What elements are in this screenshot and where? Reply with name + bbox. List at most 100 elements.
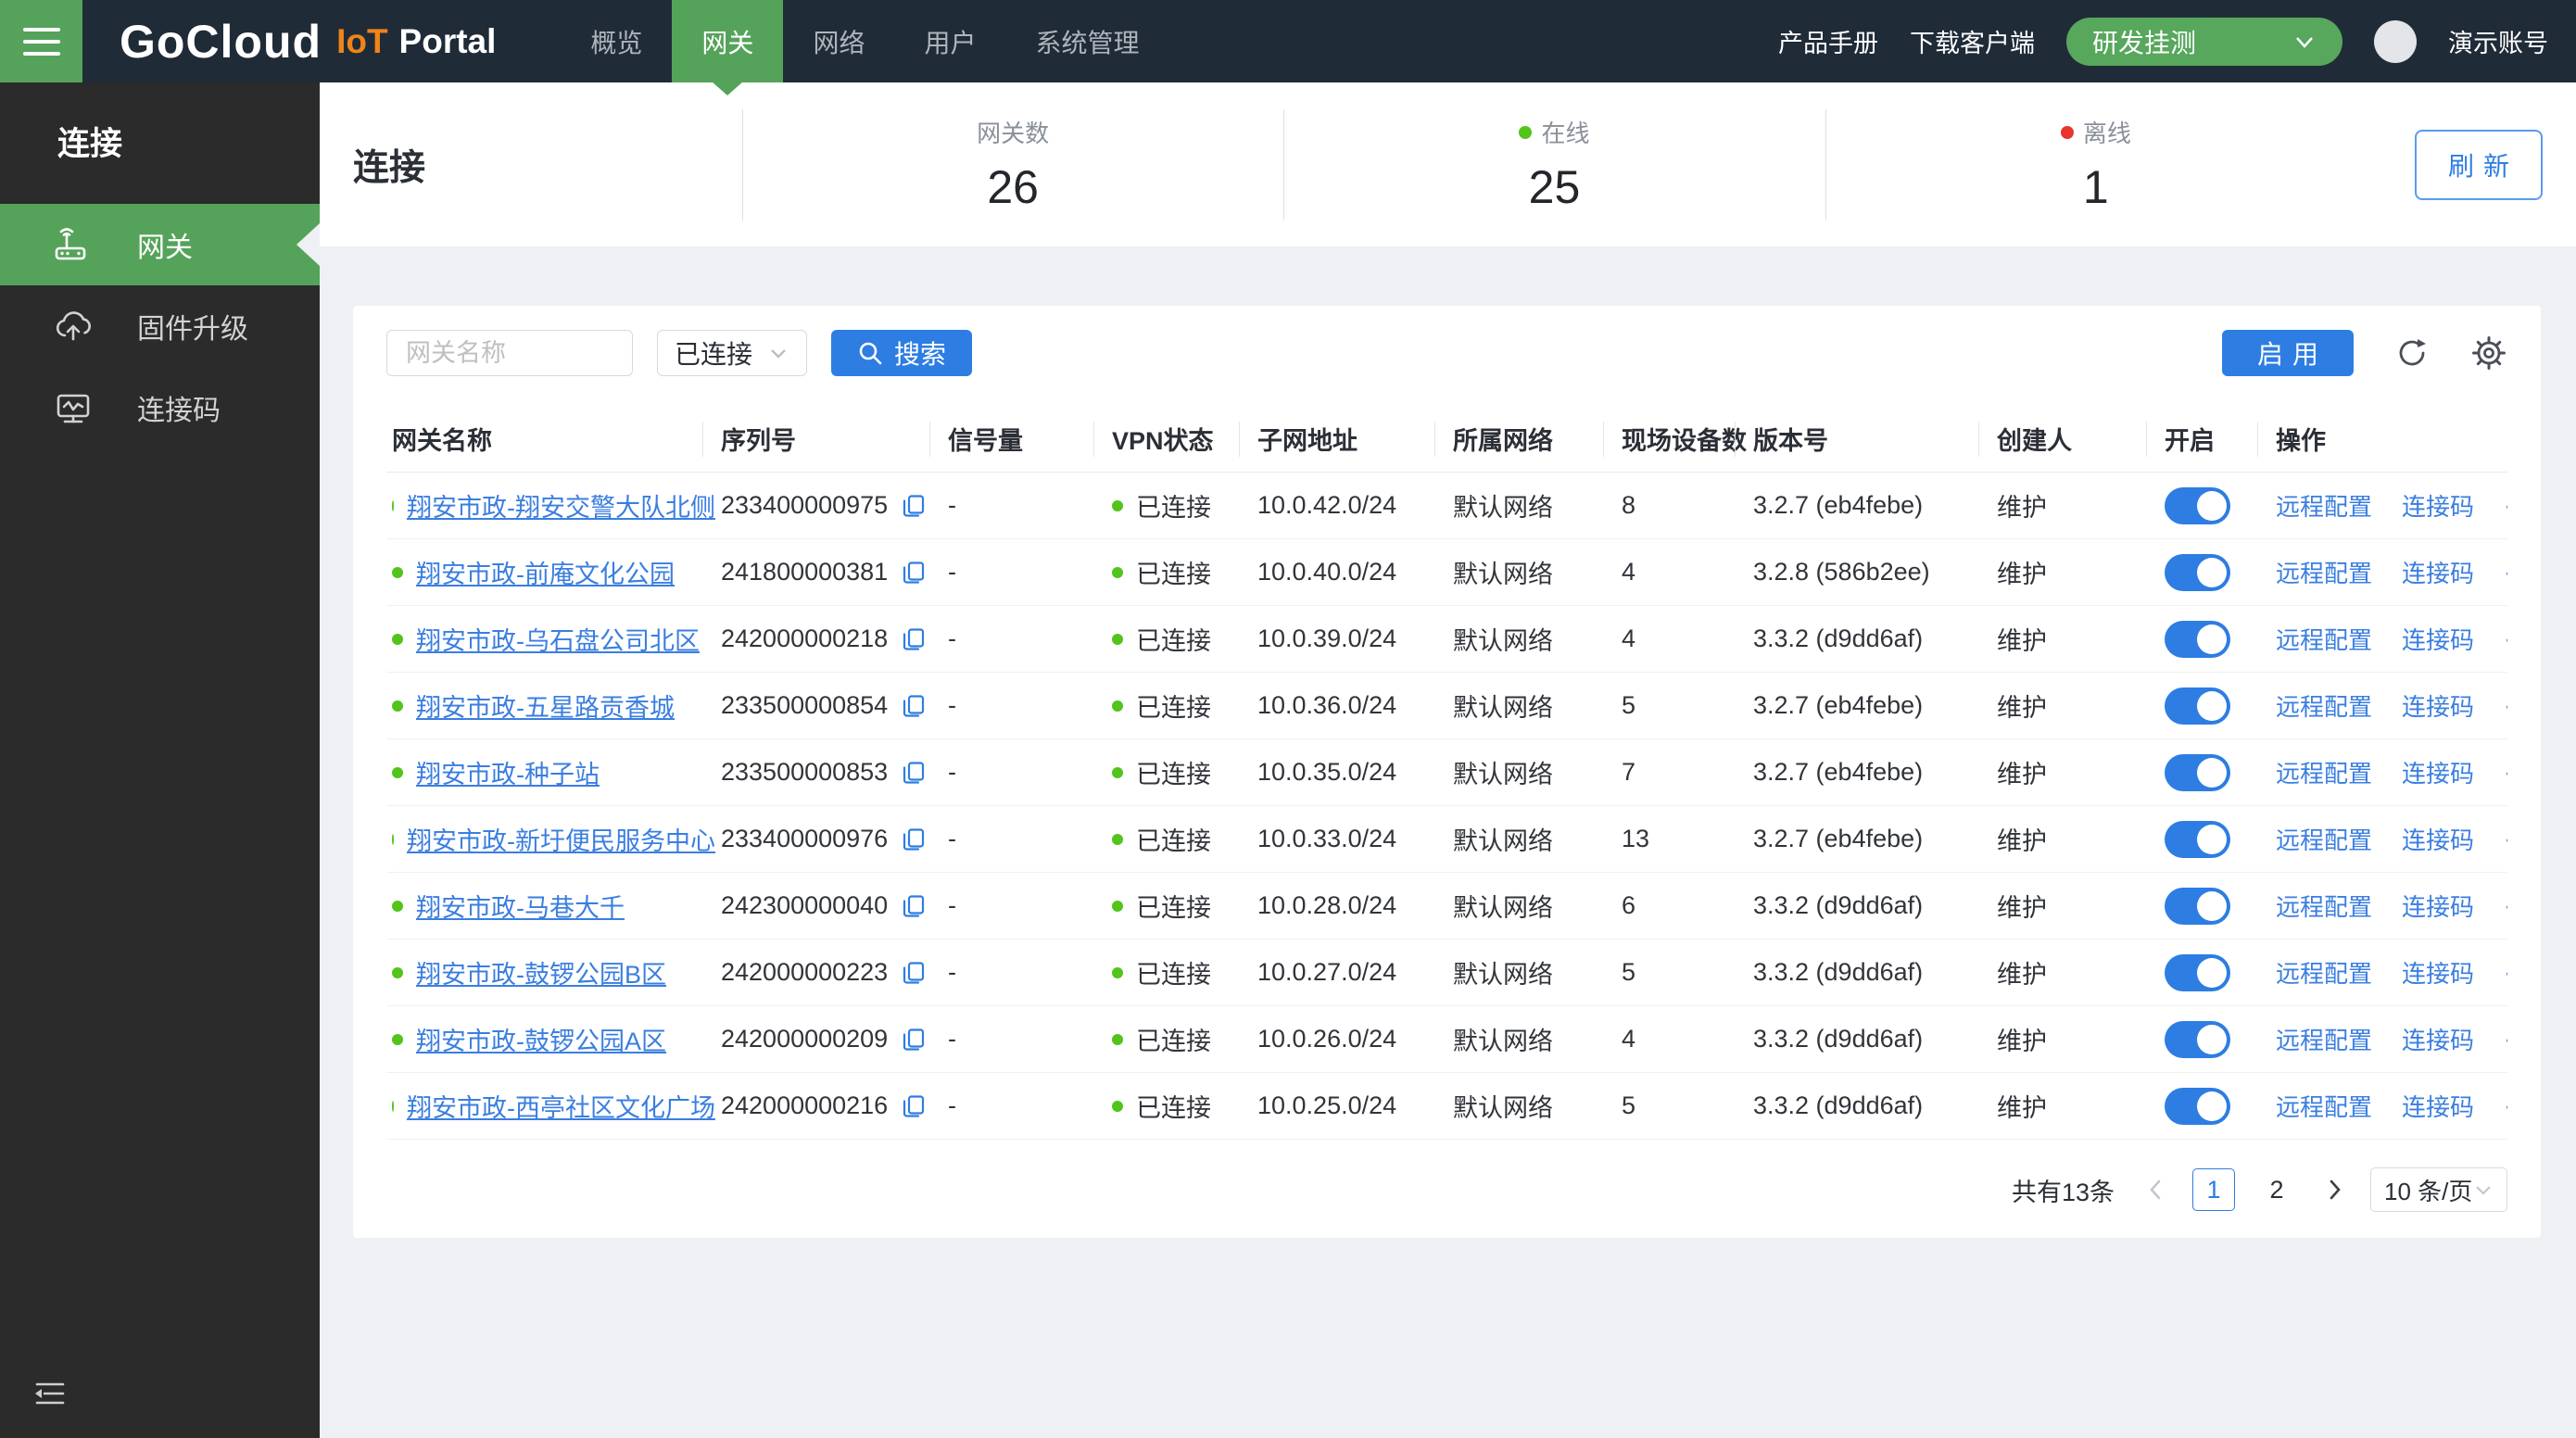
- copy-icon[interactable]: [901, 960, 927, 986]
- connection-code-link[interactable]: 连接码: [2402, 1022, 2474, 1056]
- page-title: 连接: [353, 139, 742, 191]
- collapse-sidebar-button[interactable]: [32, 1378, 69, 1414]
- prev-page-button[interactable]: [2140, 1178, 2172, 1202]
- more-actions-link[interactable]: ···: [2504, 491, 2507, 520]
- gateway-online-dot: [392, 834, 394, 845]
- remote-config-link[interactable]: 远程配置: [2276, 488, 2372, 523]
- more-actions-link[interactable]: ···: [2504, 758, 2507, 787]
- column-settings-button[interactable]: [2470, 334, 2507, 372]
- copy-icon[interactable]: [901, 1027, 927, 1053]
- nav-item-system-admin[interactable]: 系统管理: [1005, 0, 1168, 82]
- remote-config-link[interactable]: 远程配置: [2276, 1089, 2372, 1123]
- page-size-select[interactable]: 10 条/页: [2370, 1167, 2507, 1212]
- copy-icon[interactable]: [901, 1093, 927, 1119]
- more-actions-link[interactable]: ···: [2504, 958, 2507, 987]
- more-actions-link[interactable]: ···: [2504, 825, 2507, 853]
- gateway-name-link[interactable]: 翔安市政-五星路贡香城: [416, 687, 675, 724]
- connection-code-link[interactable]: 连接码: [2402, 1089, 2474, 1123]
- enable-button[interactable]: 启用: [2222, 330, 2354, 376]
- copy-icon[interactable]: [901, 826, 927, 852]
- more-actions-link[interactable]: ···: [2504, 691, 2507, 720]
- enable-toggle[interactable]: [2165, 487, 2230, 524]
- network-name: 默认网络: [1447, 754, 1616, 790]
- nav-item-users[interactable]: 用户: [894, 0, 1005, 82]
- enable-toggle[interactable]: [2165, 1088, 2230, 1125]
- more-actions-link[interactable]: ···: [2504, 624, 2507, 653]
- copy-icon[interactable]: [901, 560, 927, 586]
- environment-select[interactable]: 研发挂测: [2066, 18, 2342, 66]
- enable-toggle[interactable]: [2165, 954, 2230, 991]
- copy-icon[interactable]: [901, 626, 927, 652]
- copy-icon[interactable]: [901, 760, 927, 786]
- connection-code-link[interactable]: 连接码: [2402, 622, 2474, 656]
- status-filter-select[interactable]: 已连接: [657, 330, 807, 376]
- stat-label: 网关数: [977, 115, 1049, 149]
- more-actions-link[interactable]: ···: [2504, 1025, 2507, 1053]
- connection-code-link[interactable]: 连接码: [2402, 755, 2474, 789]
- sidebar-item-firmware-upgrade[interactable]: 固件升级: [0, 285, 320, 367]
- gateway-name-link[interactable]: 翔安市政-西亭社区文化广场: [407, 1088, 715, 1124]
- nav-item-network[interactable]: 网络: [783, 0, 894, 82]
- refresh-button[interactable]: 刷新: [2415, 130, 2543, 200]
- gateway-name-link[interactable]: 翔安市政-前庵文化公园: [416, 554, 675, 590]
- connection-code-link[interactable]: 连接码: [2402, 889, 2474, 923]
- product-manual-link[interactable]: 产品手册: [1778, 23, 1878, 59]
- gateway-name-link[interactable]: 翔安市政-马巷大千: [416, 888, 625, 924]
- copy-icon[interactable]: [901, 493, 927, 519]
- chevron-down-icon: [2473, 1179, 2494, 1200]
- device-count: 5: [1616, 1091, 1748, 1120]
- sidebar-item-label: 固件升级: [137, 306, 248, 347]
- enable-toggle[interactable]: [2165, 1021, 2230, 1058]
- copy-icon[interactable]: [901, 693, 927, 719]
- remote-config-link[interactable]: 远程配置: [2276, 889, 2372, 923]
- remote-config-link[interactable]: 远程配置: [2276, 955, 2372, 990]
- hamburger-menu-button[interactable]: [0, 0, 82, 82]
- search-button[interactable]: 搜索: [831, 330, 972, 376]
- gateway-name-link[interactable]: 翔安市政-种子站: [416, 754, 600, 790]
- gateway-name-link[interactable]: 翔安市政-新圩便民服务中心: [407, 821, 715, 857]
- connection-code-link[interactable]: 连接码: [2402, 688, 2474, 723]
- remote-config-link[interactable]: 远程配置: [2276, 755, 2372, 789]
- more-actions-link[interactable]: ···: [2504, 891, 2507, 920]
- gateway-online-dot: [392, 967, 403, 978]
- reload-table-button[interactable]: [2394, 335, 2430, 371]
- connection-code-link[interactable]: 连接码: [2402, 488, 2474, 523]
- enable-toggle[interactable]: [2165, 821, 2230, 858]
- search-input[interactable]: [386, 330, 633, 376]
- gateway-name-link[interactable]: 翔安市政-鼓锣公园A区: [416, 1021, 666, 1057]
- serial-number: 233400000975: [721, 491, 888, 520]
- more-actions-link[interactable]: ···: [2504, 558, 2507, 587]
- nav-item-gateway[interactable]: 网关: [672, 0, 783, 82]
- table-row: 翔安市政-西亭社区文化广场 242000000216 - 已连接 10.0.25…: [386, 1073, 2507, 1140]
- version: 3.2.7 (eb4febe): [1748, 758, 1991, 787]
- gateway-name-link[interactable]: 翔安市政-乌石盘公司北区: [416, 621, 700, 657]
- remote-config-link[interactable]: 远程配置: [2276, 822, 2372, 856]
- enable-toggle[interactable]: [2165, 554, 2230, 591]
- enable-toggle[interactable]: [2165, 888, 2230, 925]
- connection-code-link[interactable]: 连接码: [2402, 555, 2474, 589]
- sidebar-item-gateway[interactable]: 网关: [0, 204, 320, 285]
- nav-item-overview[interactable]: 概览: [561, 0, 672, 82]
- connection-code-link[interactable]: 连接码: [2402, 822, 2474, 856]
- gateway-name-link[interactable]: 翔安市政-鼓锣公园B区: [416, 954, 666, 990]
- remote-config-link[interactable]: 远程配置: [2276, 688, 2372, 723]
- more-actions-link[interactable]: ···: [2504, 1091, 2507, 1120]
- table-header-row: 网关名称 序列号 信号量 VPN状态 子网地址 所属网络 现场设备数 版本号 创…: [386, 406, 2507, 473]
- copy-icon[interactable]: [901, 893, 927, 919]
- page-button-1[interactable]: 1: [2192, 1168, 2235, 1211]
- avatar[interactable]: [2374, 20, 2417, 63]
- remote-config-link[interactable]: 远程配置: [2276, 1022, 2372, 1056]
- page-button-2[interactable]: 2: [2255, 1168, 2298, 1211]
- enable-toggle[interactable]: [2165, 754, 2230, 791]
- enable-toggle[interactable]: [2165, 687, 2230, 725]
- enable-toggle[interactable]: [2165, 621, 2230, 658]
- remote-config-link[interactable]: 远程配置: [2276, 555, 2372, 589]
- remote-config-link[interactable]: 远程配置: [2276, 622, 2372, 656]
- sidebar-item-connection-code[interactable]: 连接码: [0, 367, 320, 448]
- download-client-link[interactable]: 下载客户端: [1910, 23, 2035, 59]
- connection-code-link[interactable]: 连接码: [2402, 955, 2474, 990]
- gateway-name-link[interactable]: 翔安市政-翔安交警大队北侧: [407, 487, 715, 523]
- next-page-button[interactable]: [2318, 1178, 2350, 1202]
- gateway-online-dot: [392, 1034, 403, 1045]
- logo-gocloud: GoCloud: [120, 15, 322, 69]
